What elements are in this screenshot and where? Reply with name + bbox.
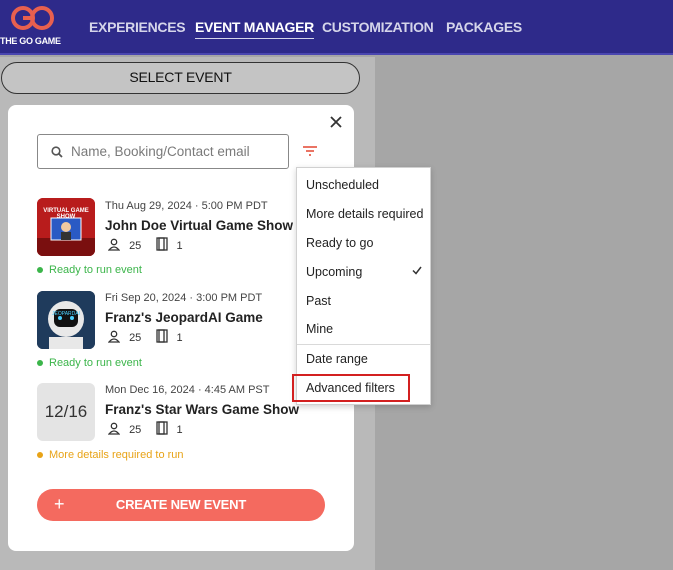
event-meta: 25 1 bbox=[107, 421, 183, 438]
filter-option-more-details-required[interactable]: More details required bbox=[306, 207, 423, 221]
door-icon bbox=[156, 237, 169, 254]
search-icon bbox=[51, 146, 63, 158]
create-new-event-label: CREATE NEW EVENT bbox=[115, 497, 247, 512]
event-thumbnail-jeopardai[interactable]: JEOPARDAI bbox=[37, 291, 95, 349]
person-icon bbox=[107, 330, 121, 346]
nav-experiences[interactable]: EXPERIENCES bbox=[89, 19, 186, 35]
go-game-logo[interactable]: THE GO GAME bbox=[0, 5, 68, 49]
event-date: Mon Dec 16, 2024 · 4:45 AM PST bbox=[105, 384, 270, 396]
person-icon bbox=[107, 238, 121, 254]
advanced-filters-highlight-box bbox=[292, 374, 410, 402]
event-date: Thu Aug 29, 2024 · 5:00 PM PDT bbox=[105, 200, 268, 212]
filter-icon[interactable] bbox=[301, 143, 319, 159]
status-text: Ready to run event bbox=[49, 264, 142, 276]
nav-event-manager[interactable]: EVENT MANAGER bbox=[195, 19, 314, 39]
event-meta: 25 1 bbox=[107, 329, 183, 346]
nav-customization[interactable]: CUSTOMIZATION bbox=[322, 19, 434, 35]
event-date: Fri Sep 20, 2024 · 3:00 PM PDT bbox=[105, 292, 263, 304]
menu-divider bbox=[297, 344, 430, 345]
team-count: 1 bbox=[176, 239, 183, 252]
filter-option-unscheduled[interactable]: Unscheduled bbox=[306, 178, 379, 192]
thumbnail-caption: VIRTUAL GAME SHOW bbox=[43, 208, 89, 220]
event-title[interactable]: John Doe Virtual Game Show bbox=[105, 218, 293, 233]
person-icon bbox=[107, 422, 121, 438]
status-dot bbox=[37, 360, 43, 367]
filter-option-past[interactable]: Past bbox=[306, 294, 331, 308]
door-icon bbox=[156, 421, 169, 438]
team-count: 1 bbox=[176, 331, 183, 344]
player-count: 25 bbox=[129, 239, 142, 252]
event-status: More details required to run bbox=[37, 449, 184, 461]
close-icon[interactable] bbox=[328, 114, 344, 130]
status-dot bbox=[37, 452, 43, 459]
team-count: 1 bbox=[176, 423, 183, 436]
search-placeholder: Name, Booking/Contact email bbox=[71, 144, 250, 159]
status-text: Ready to run event bbox=[49, 357, 142, 369]
door-icon bbox=[156, 329, 169, 346]
nav-packages[interactable]: PACKAGES bbox=[446, 19, 522, 35]
filter-option-date-range[interactable]: Date range bbox=[306, 352, 368, 366]
event-title[interactable]: Franz's Star Wars Game Show bbox=[105, 402, 299, 417]
player-count: 25 bbox=[129, 423, 142, 436]
filter-option-ready-to-go[interactable]: Ready to go bbox=[306, 236, 373, 250]
thumbnail-caption: JEOPARDAI bbox=[52, 311, 80, 317]
event-status: Ready to run event bbox=[37, 357, 142, 369]
event-status: Ready to run event bbox=[37, 264, 142, 276]
logo-mark-icon bbox=[11, 6, 54, 30]
event-thumbnail-date[interactable]: 12/16 bbox=[37, 383, 95, 441]
filter-option-mine[interactable]: Mine bbox=[306, 322, 333, 336]
event-meta: 25 1 bbox=[107, 237, 183, 254]
filter-menu: Unscheduled More details required Ready … bbox=[296, 167, 431, 405]
check-icon bbox=[412, 266, 422, 275]
top-nav-bar: THE GO GAME EXPERIENCES EVENT MANAGER CU… bbox=[0, 0, 673, 55]
player-count: 25 bbox=[129, 331, 142, 344]
event-title[interactable]: Franz's JeopardAI Game bbox=[105, 310, 263, 325]
create-new-event-button[interactable]: + CREATE NEW EVENT bbox=[37, 489, 325, 521]
status-dot bbox=[37, 267, 43, 274]
status-text: More details required to run bbox=[49, 449, 184, 461]
search-input[interactable]: Name, Booking/Contact email bbox=[37, 134, 289, 169]
logo-text: THE GO GAME bbox=[0, 36, 61, 46]
filter-option-upcoming[interactable]: Upcoming bbox=[306, 265, 362, 279]
event-thumbnail-virtual-game-show[interactable]: VIRTUAL GAME SHOW bbox=[37, 198, 95, 256]
select-event-button[interactable]: SELECT EVENT bbox=[1, 62, 360, 94]
